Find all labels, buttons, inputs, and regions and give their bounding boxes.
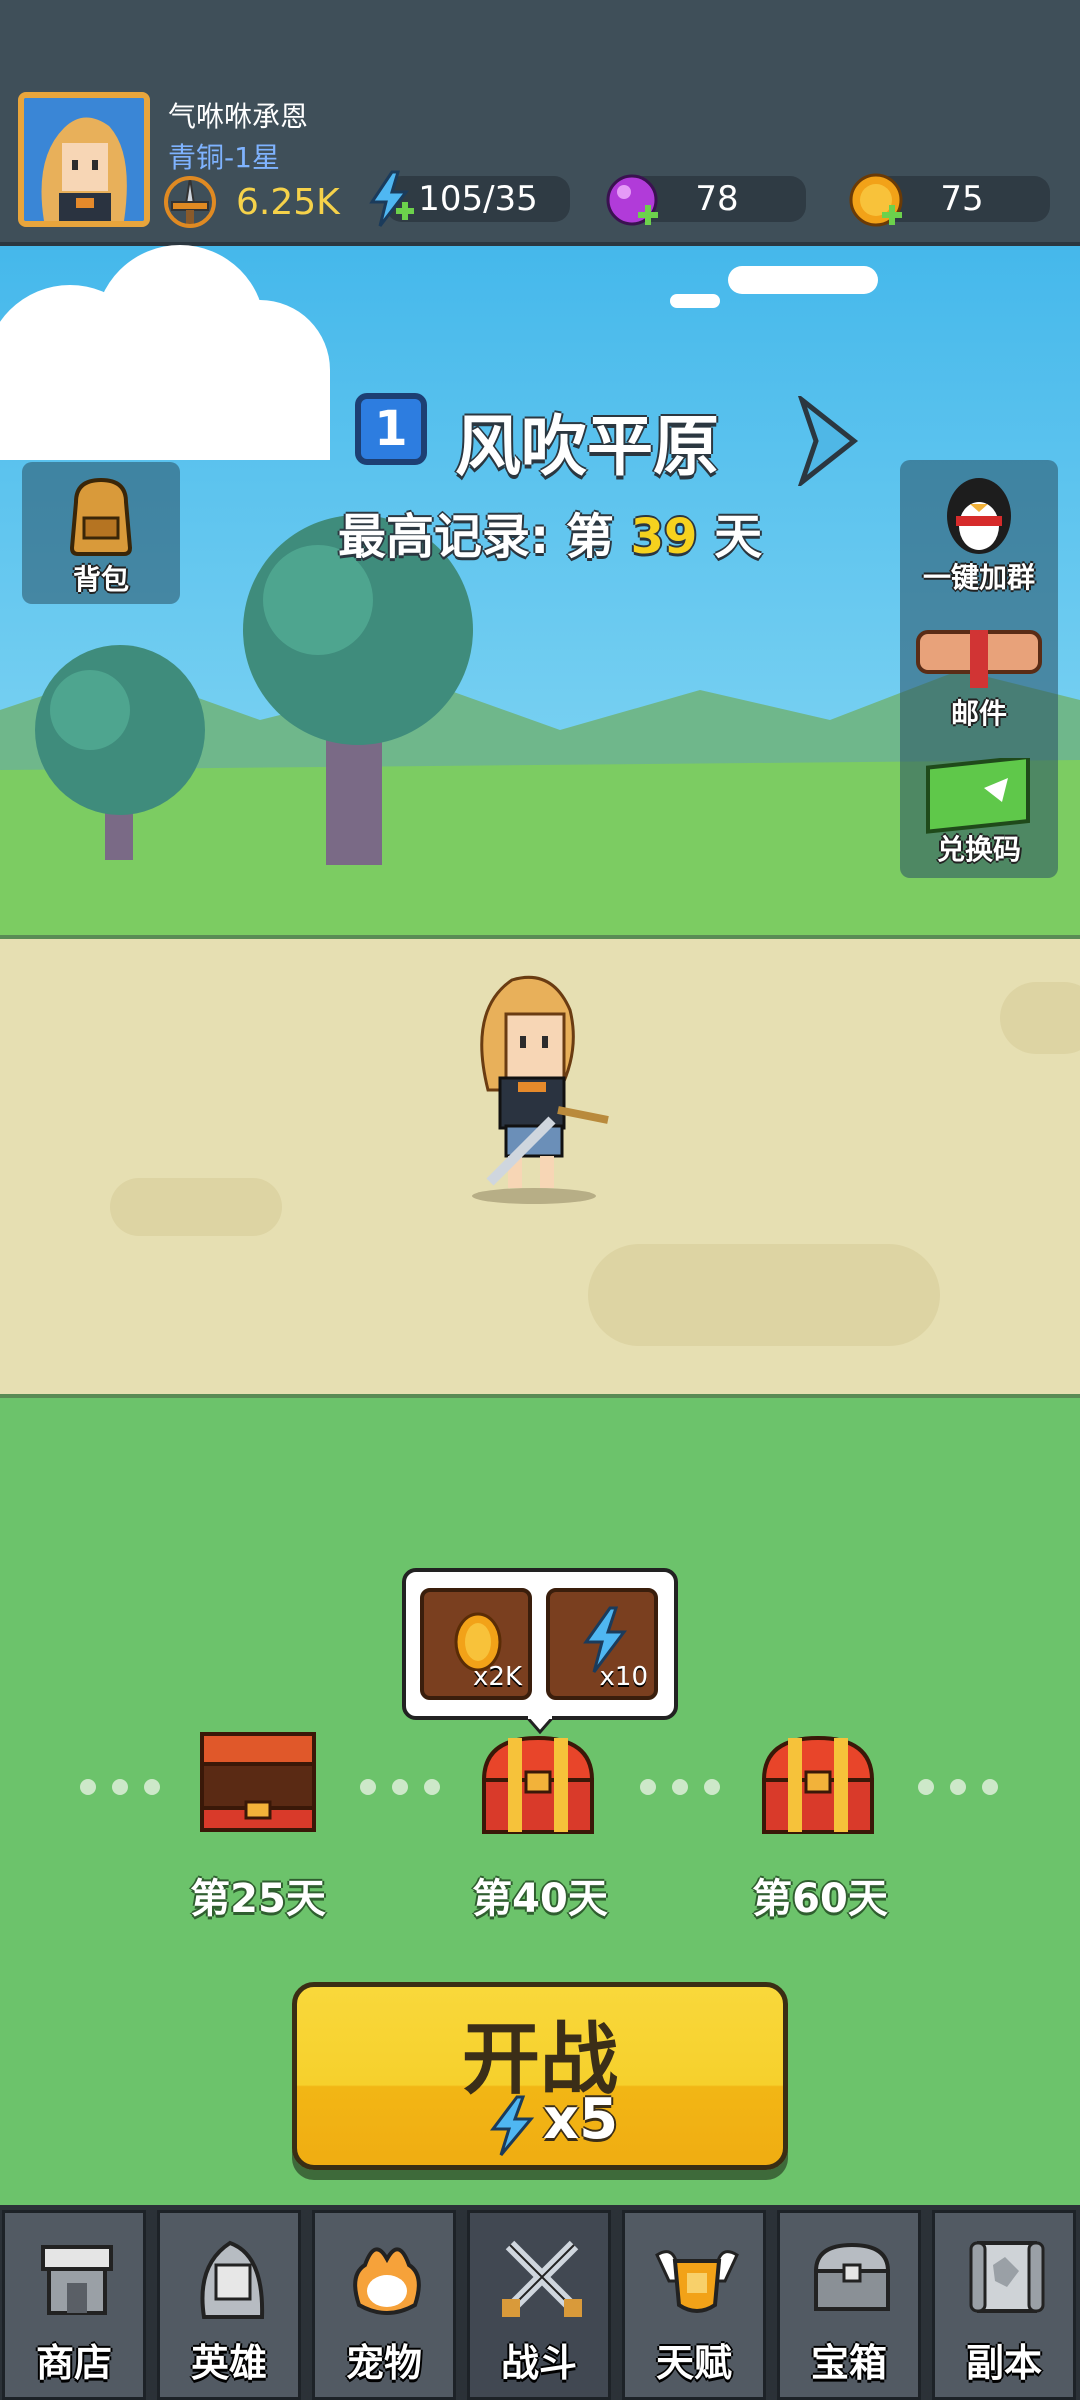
backpack-icon	[69, 477, 133, 556]
road-patch	[588, 1244, 940, 1346]
milestone-label-25: 第25天	[190, 1876, 326, 1922]
track-dot	[640, 1779, 656, 1795]
player-rank: 青铜-1星	[168, 141, 280, 174]
cloud-right	[728, 266, 878, 294]
reward-item-energy: x10	[546, 1588, 658, 1700]
track-dot	[392, 1779, 408, 1795]
tooltip-pointer	[526, 1716, 554, 1734]
milestone-label-40: 第40天	[472, 1876, 608, 1922]
chest-icon[interactable]	[758, 1732, 878, 1842]
reward-count: x10	[599, 1662, 648, 1692]
mail-icon	[916, 630, 1042, 688]
gem-add-icon[interactable]	[604, 172, 664, 230]
track-dot	[144, 1779, 160, 1795]
track-dot	[672, 1779, 688, 1795]
backpack-label: 背包	[72, 563, 129, 596]
nav-item-pet[interactable]: 宠物	[312, 2210, 456, 2400]
nav-item-hero[interactable]: 英雄	[157, 2210, 301, 2400]
backpack-button[interactable]: 背包	[22, 462, 180, 604]
road-patch	[110, 1178, 282, 1236]
next-stage-arrow-icon[interactable]	[794, 396, 862, 486]
track-dot	[950, 1779, 966, 1795]
reward-count: x2K	[473, 1662, 522, 1692]
track-dot	[704, 1779, 720, 1795]
pet-icon	[353, 2247, 421, 2315]
cloud-left	[0, 245, 330, 460]
start-battle-label: 开战	[461, 2015, 618, 2105]
track-dot	[982, 1779, 998, 1795]
chest-icon	[813, 2242, 891, 2311]
mail-label: 邮件	[950, 697, 1007, 730]
track-dot	[80, 1779, 96, 1795]
hero-portrait-icon	[24, 98, 144, 221]
mail-button[interactable]: 邮件	[900, 618, 1058, 730]
redeem-ticket-icon	[926, 758, 1030, 834]
hero-character[interactable]	[462, 970, 622, 1206]
penguin-icon	[947, 478, 1011, 554]
nav-label: 商店	[35, 2341, 112, 2385]
cloud-small	[670, 294, 720, 308]
track-dot	[112, 1779, 128, 1795]
best-record: 最高记录: 第 39 天	[338, 497, 762, 567]
battle-icon	[502, 2240, 582, 2317]
redeem-label: 兑换码	[936, 833, 1021, 866]
nav-item-shop[interactable]: 商店	[2, 2210, 146, 2400]
record-prefix: 最高记录: 第	[338, 509, 614, 565]
track-dot	[360, 1779, 376, 1795]
nav-label: 宝箱	[810, 2341, 887, 2385]
nav-label: 天赋	[655, 2341, 732, 2385]
opened-chest-icon[interactable]	[198, 1728, 318, 1838]
talent-icon	[655, 2250, 739, 2313]
nav-item-dungeon[interactable]: 副本	[932, 2210, 1076, 2400]
redeem-code-button[interactable]: 兑换码	[900, 752, 1058, 872]
join-group-label: 一键加群	[922, 561, 1035, 594]
start-battle-button[interactable]: 开战 x5	[292, 1982, 788, 2170]
nav-item-chest[interactable]: 宝箱	[777, 2210, 921, 2400]
road-patch	[1000, 982, 1080, 1054]
record-suffix: 天	[714, 509, 763, 565]
tree-small	[35, 645, 205, 860]
reward-tooltip: x2K x10	[402, 1568, 678, 1720]
power-icon	[164, 176, 216, 228]
energy-icon	[490, 2095, 535, 2156]
player-avatar[interactable]	[18, 92, 150, 227]
shop-icon	[41, 2245, 113, 2315]
stage-name: 风吹平原	[455, 408, 719, 485]
join-group-button[interactable]: 一键加群	[900, 462, 1058, 594]
nav-label: 副本	[965, 2341, 1042, 2385]
stage-number-badge: 1	[355, 393, 427, 465]
chest-icon[interactable]	[478, 1732, 598, 1842]
track-dot	[424, 1779, 440, 1795]
track-dot	[918, 1779, 934, 1795]
dungeon-icon	[969, 2241, 1045, 2313]
nav-label: 英雄	[190, 2341, 267, 2385]
reward-item-coin: x2K	[420, 1588, 532, 1700]
milestone-label-60: 第60天	[752, 1876, 888, 1922]
battle-energy-cost: x5	[543, 2087, 619, 2152]
energy-add-icon[interactable]	[362, 170, 418, 230]
player-name: 气咻咻承恩	[168, 100, 309, 133]
nav-label: 宠物	[345, 2341, 422, 2385]
hero-icon	[200, 2240, 265, 2319]
nav-item-talent[interactable]: 天赋	[622, 2210, 766, 2400]
nav-label: 战斗	[500, 2341, 577, 2385]
coin-add-icon[interactable]	[848, 170, 908, 230]
power-value: 6.25K	[236, 182, 340, 223]
record-days: 39	[630, 509, 698, 565]
nav-item-battle[interactable]: 战斗	[467, 2210, 611, 2400]
